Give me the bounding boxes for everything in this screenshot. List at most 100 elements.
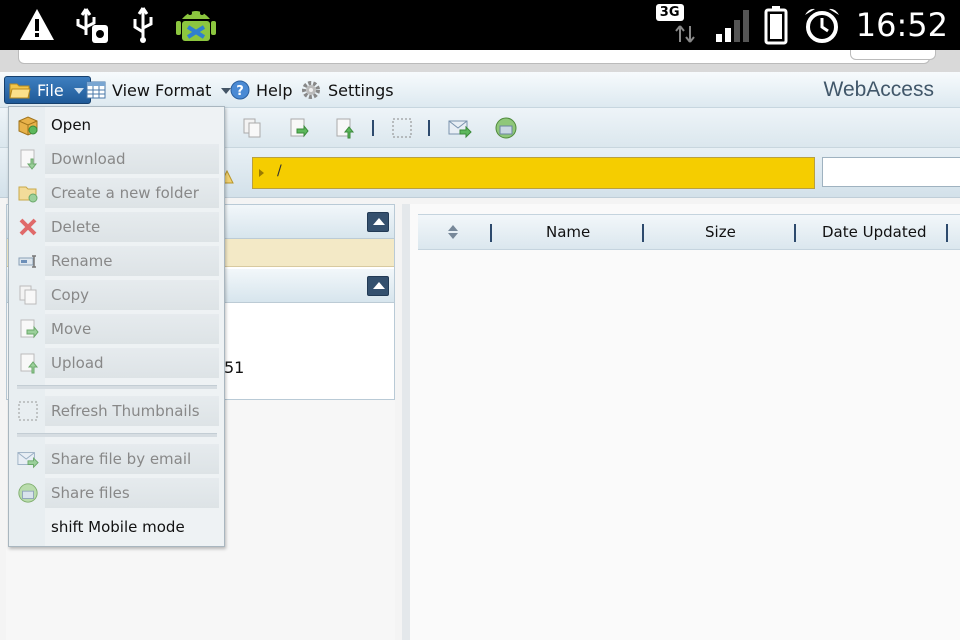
copy-icon — [19, 285, 37, 305]
menu-item-upload[interactable]: Upload — [9, 346, 224, 380]
status-bar: 3G 16:52 — [0, 0, 960, 50]
menu-item-label: Delete — [51, 218, 101, 236]
menu-divider — [17, 433, 217, 437]
menu-item-rename[interactable]: Rename — [9, 244, 224, 278]
menu-item-label: Move — [51, 320, 92, 338]
toolbar-move-button[interactable] — [284, 114, 312, 142]
rename-icon — [18, 255, 36, 268]
menu-item-share-files[interactable]: Share files — [9, 476, 224, 510]
move-icon — [290, 118, 309, 138]
email-share-icon — [17, 452, 39, 469]
path-breadcrumb[interactable]: / — [252, 157, 815, 189]
menu-item-label: Refresh Thumbnails — [51, 402, 200, 420]
menu-item-create-new-folder[interactable]: Create a new folder — [9, 176, 224, 210]
toolbar-upload-button[interactable] — [330, 114, 358, 142]
help-menu-button[interactable]: ? Help — [230, 76, 292, 104]
menu-divider — [17, 385, 217, 389]
share-files-icon — [18, 483, 38, 503]
search-input[interactable] — [822, 157, 960, 187]
menu-item-label: Share files — [51, 484, 130, 502]
file-dropdown-menu: Open Download Create a new folder Delete — [8, 106, 225, 547]
help-icon: ? — [230, 80, 250, 100]
menu-item-label: shift Mobile mode — [51, 518, 185, 536]
column-header-size[interactable]: Size — [705, 223, 736, 241]
chevron-right-icon — [259, 169, 264, 177]
menu-item-label: Rename — [51, 252, 113, 270]
column-separator[interactable] — [490, 224, 492, 242]
file-menu-button[interactable]: File — [4, 76, 91, 104]
view-format-menu-label: View Format — [112, 80, 212, 100]
menu-item-label: Share file by email — [51, 450, 192, 468]
collapse-button[interactable] — [367, 212, 389, 232]
menu-item-delete[interactable]: Delete — [9, 210, 224, 244]
file-menu-label: File — [37, 80, 64, 100]
usb-icon — [133, 7, 153, 43]
view-format-menu-button[interactable]: View Format — [86, 76, 232, 104]
toolbar-separator — [372, 120, 374, 136]
android-debug-icon — [176, 11, 216, 41]
current-path: / — [277, 163, 282, 179]
move-icon — [20, 319, 39, 339]
toolbar-separator — [428, 120, 430, 136]
menu-item-shift-mobile-mode[interactable]: shift Mobile mode — [9, 510, 224, 544]
signal-icon — [715, 10, 749, 42]
browser-chrome — [0, 50, 960, 72]
network-type-badge: 3G — [655, 4, 684, 21]
menu-item-share-file-by-email[interactable]: Share file by email — [9, 442, 224, 476]
menu-item-label: Open — [51, 116, 92, 134]
column-separator[interactable] — [642, 224, 644, 242]
settings-menu-button[interactable]: Settings — [300, 76, 394, 104]
warning-icon — [20, 9, 54, 40]
sort-icon[interactable] — [448, 225, 458, 241]
toolbar-refresh-thumbnails-button[interactable] — [388, 114, 416, 142]
email-share-icon — [448, 120, 472, 139]
system-icons: 3G 16:52 — [655, 4, 948, 46]
battery-icon — [764, 6, 788, 45]
gear-icon — [302, 81, 320, 99]
table-view-icon — [86, 81, 106, 99]
partial-list-text: 51 — [224, 358, 245, 377]
menu-item-copy[interactable]: Copy — [9, 278, 224, 312]
column-header-date-updated[interactable]: Date Updated — [822, 223, 926, 241]
file-table-header: Name Size Date Updated — [418, 214, 960, 250]
help-menu-label: Help — [256, 80, 293, 100]
upload-icon — [336, 118, 355, 139]
open-box-icon — [18, 116, 38, 136]
share-files-icon — [495, 117, 517, 139]
menu-item-label: Upload — [51, 354, 104, 372]
collapse-button[interactable] — [367, 276, 389, 296]
menu-item-move[interactable]: Move — [9, 312, 224, 346]
toolbar-copy-button[interactable] — [238, 114, 266, 142]
toolbar-share-files-button[interactable] — [492, 114, 520, 142]
upload-icon — [20, 353, 39, 374]
folder-open-icon — [9, 83, 31, 99]
menu-item-refresh-thumbnails[interactable]: Refresh Thumbnails — [9, 394, 224, 428]
settings-menu-label: Settings — [328, 80, 394, 100]
menu-item-label: Create a new folder — [51, 184, 199, 202]
chevron-down-icon — [73, 88, 84, 94]
usb-storage-icon — [76, 8, 108, 43]
browser-button[interactable] — [850, 50, 936, 60]
menubar: File View Format ? Help Settings — [0, 72, 960, 108]
clock: 16:52 — [855, 6, 948, 44]
refresh-thumbnails-icon — [392, 118, 412, 138]
column-separator[interactable] — [794, 224, 796, 242]
file-list-panel: Name Size Date Updated — [402, 204, 960, 640]
download-icon — [20, 149, 38, 170]
notification-icons — [18, 4, 218, 46]
delete-icon — [19, 218, 37, 236]
refresh-thumbnails-icon — [18, 401, 38, 421]
menu-item-open[interactable]: Open — [9, 108, 224, 142]
column-header-name[interactable]: Name — [546, 223, 590, 241]
column-separator[interactable] — [946, 224, 948, 242]
new-folder-icon — [18, 186, 38, 203]
svg-text:?: ? — [236, 84, 244, 99]
data-transfer-icon: 3G — [655, 4, 700, 46]
brand-logo: WebAccess — [823, 78, 935, 101]
copy-icon — [243, 118, 261, 138]
alarm-icon — [804, 8, 839, 43]
menu-item-download[interactable]: Download — [9, 142, 224, 176]
menu-item-label: Download — [51, 150, 126, 168]
browser-url-bar[interactable] — [18, 50, 930, 64]
toolbar-share-email-button[interactable] — [446, 114, 474, 142]
